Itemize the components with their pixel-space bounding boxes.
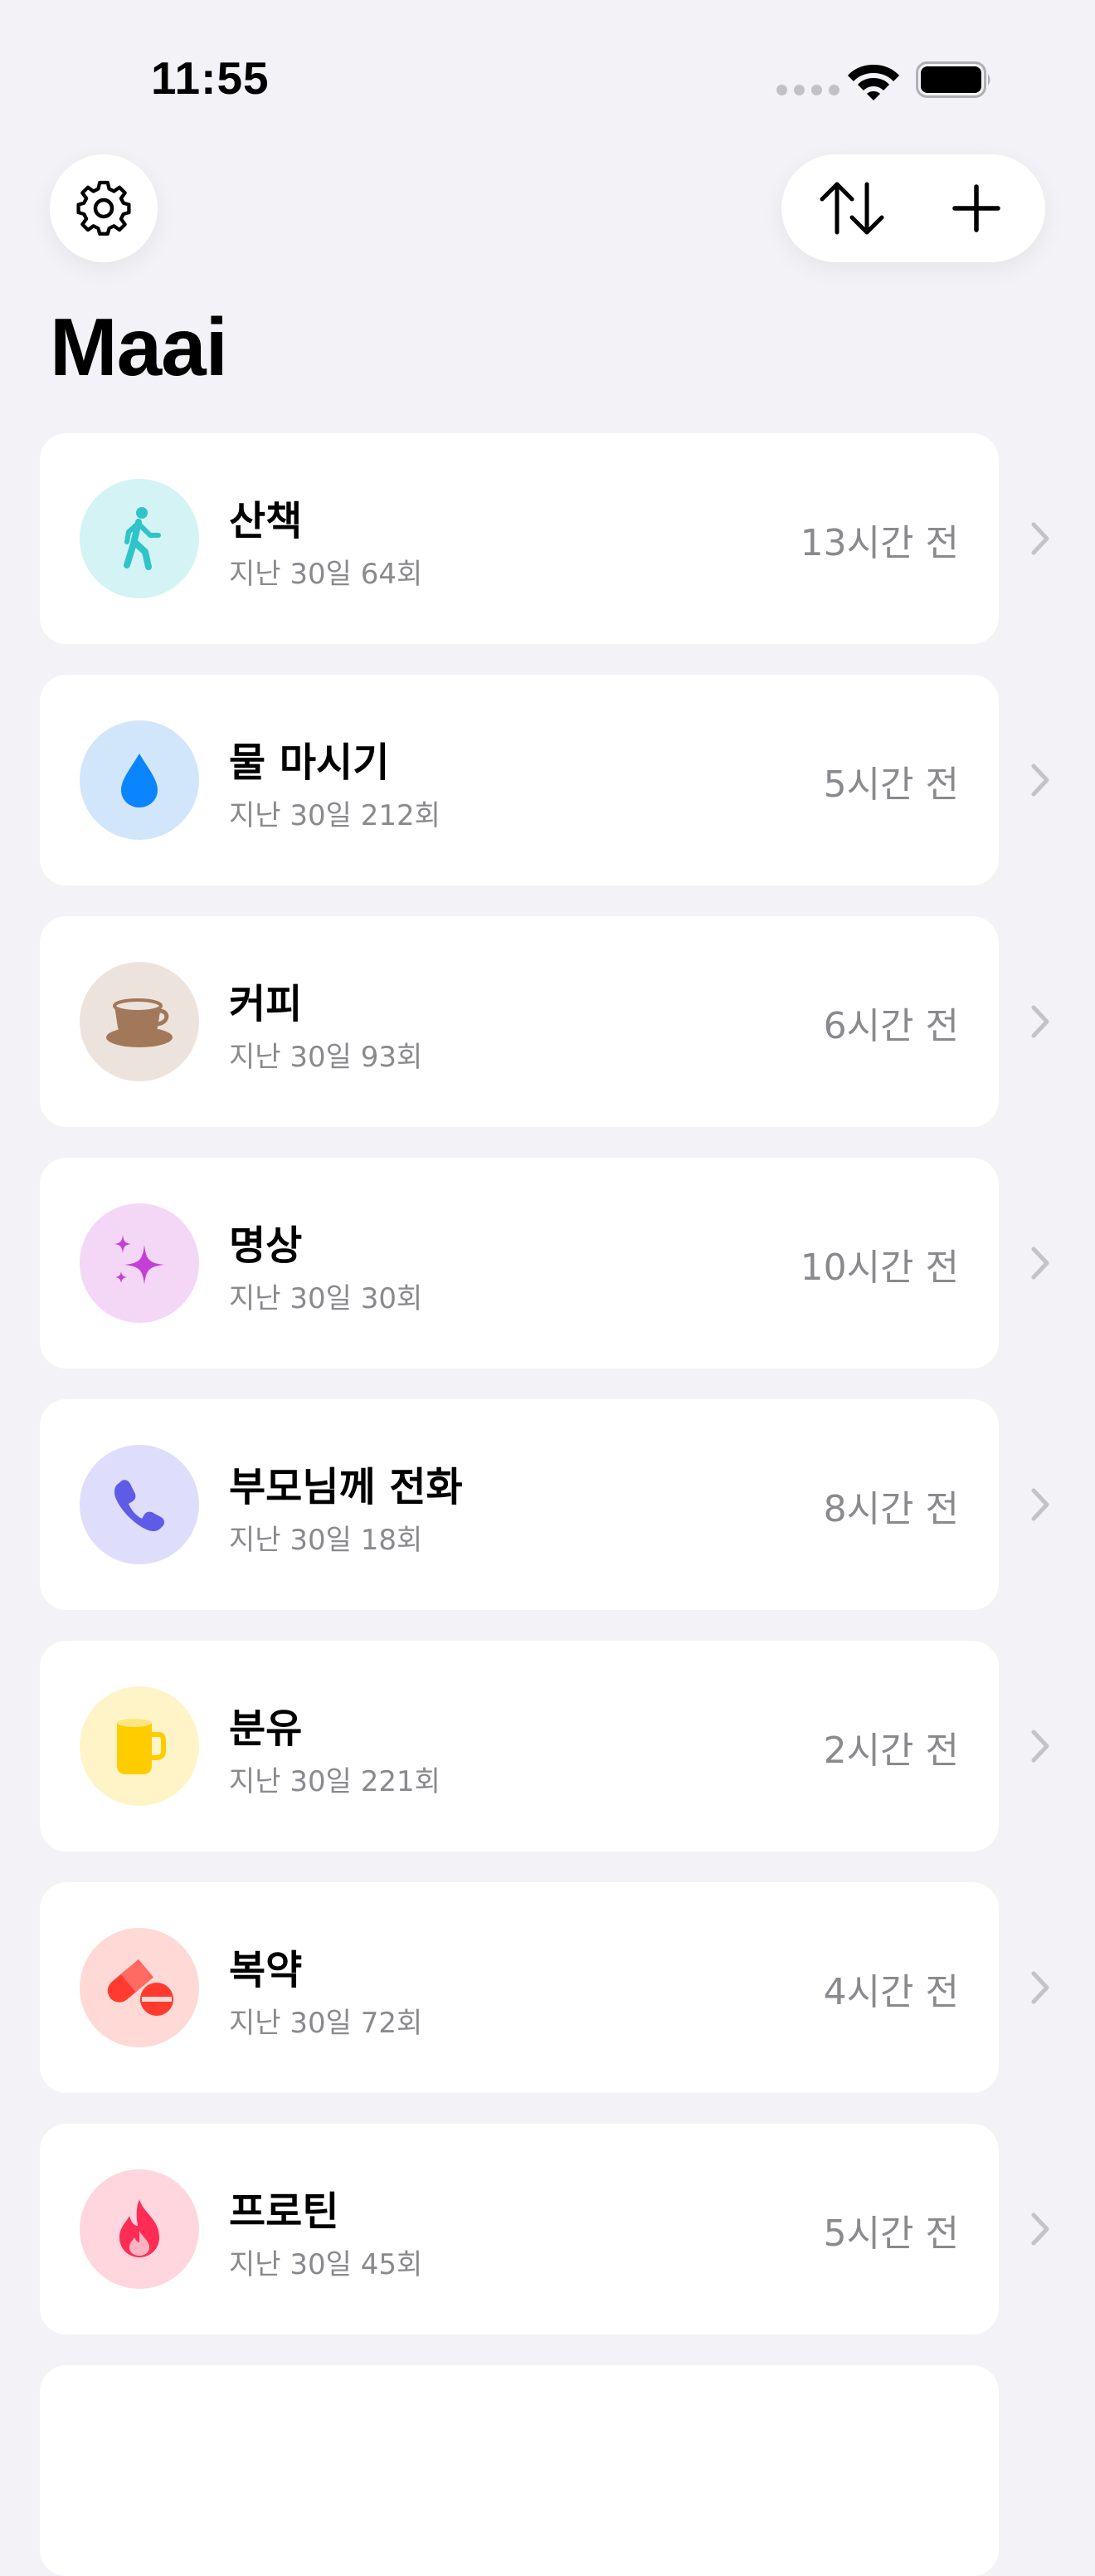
item-last-time: 13시간 전 (800, 522, 959, 564)
chevron-right-icon (1031, 1971, 1049, 2004)
item-icon-circle (80, 1686, 199, 1806)
coffee-cup-icon (106, 998, 173, 1047)
cellular-signal-icon (776, 85, 840, 95)
list-item[interactable]: 산책 지난 30일 64회 13시간 전 (40, 433, 1049, 644)
item-subtitle: 지난 30일 72회 (229, 2007, 423, 2040)
chevron-right-icon (1031, 2213, 1049, 2246)
status-bar: 11:55 (0, 0, 1095, 158)
list-item[interactable]: 명상 지난 30일 30회 10시간 전 (40, 1158, 1049, 1368)
item-name: 복약 (229, 1947, 303, 1993)
item-last-time: 10시간 전 (800, 1247, 959, 1289)
item-name: 커피 (229, 981, 303, 1027)
chevron-right-icon (1031, 764, 1049, 797)
list-item[interactable]: 커피 지난 30일 93회 6시간 전 (40, 916, 1049, 1127)
item-last-time: 6시간 전 (823, 1005, 959, 1047)
item-last-time: 5시간 전 (823, 764, 959, 806)
item-name: 물 마시기 (229, 739, 390, 786)
item-icon-circle (80, 1203, 199, 1323)
pills-icon (107, 1959, 173, 2016)
sparkles-icon (114, 1235, 164, 1285)
item-icon-circle (80, 962, 199, 1081)
arrow-up-down-icon (820, 182, 884, 235)
list-item[interactable]: 분유 지난 30일 221회 2시간 전 (40, 1641, 1049, 1852)
item-subtitle: 지난 30일 221회 (229, 1765, 440, 1798)
item-subtitle: 지난 30일 64회 (229, 558, 423, 591)
item-icon-circle (80, 1445, 199, 1564)
chevron-right-icon (1031, 522, 1049, 555)
page-title: Maai (50, 301, 228, 393)
item-subtitle: 지난 30일 93회 (229, 1041, 423, 1074)
list-item[interactable]: 부모님께 전화 지난 30일 18회 8시간 전 (40, 1399, 1049, 1610)
item-last-time: 8시간 전 (823, 1488, 959, 1530)
item-subtitle: 지난 30일 18회 (229, 1524, 423, 1557)
item-name: 명상 (229, 1222, 303, 1269)
item-last-time: 5시간 전 (823, 2213, 959, 2255)
walking-figure-icon (124, 507, 161, 570)
list-item[interactable]: 복약 지난 30일 72회 4시간 전 (40, 1882, 1049, 2093)
list-item[interactable]: 프로틴 지난 30일 45회 5시간 전 (40, 2124, 1049, 2334)
status-time: 11:55 (151, 52, 270, 104)
item-icon-circle (80, 1928, 199, 2047)
list-item[interactable]: 물 마시기 지난 30일 212회 5시간 전 (40, 675, 1049, 886)
item-subtitle: 지난 30일 212회 (229, 799, 440, 832)
list-item-partial[interactable] (40, 2365, 999, 2576)
battery-icon (916, 61, 990, 98)
wifi-icon (848, 65, 899, 100)
toolbar-pill (781, 154, 1045, 262)
item-name: 산책 (229, 498, 303, 544)
water-drop-icon (121, 754, 158, 807)
chevron-right-icon (1031, 1730, 1049, 1763)
phone-icon (114, 1480, 164, 1532)
item-last-time: 4시간 전 (823, 1971, 959, 2013)
add-button[interactable] (922, 154, 1030, 262)
settings-button[interactable] (50, 154, 158, 262)
item-icon-circle (80, 479, 199, 598)
item-last-time: 2시간 전 (823, 1730, 959, 1772)
item-name: 분유 (229, 1705, 303, 1752)
item-name: 부모님께 전화 (229, 1464, 463, 1510)
plus-icon (952, 184, 1000, 232)
chevron-right-icon (1031, 1005, 1049, 1038)
flame-icon (119, 2199, 159, 2257)
chevron-right-icon (1031, 1247, 1049, 1280)
item-name: 프로틴 (229, 2188, 339, 2235)
sort-button[interactable] (798, 154, 906, 262)
item-subtitle: 지난 30일 30회 (229, 1282, 423, 1315)
item-icon-circle (80, 720, 199, 840)
mug-icon (117, 1719, 166, 1774)
chevron-right-icon (1031, 1488, 1049, 1521)
gear-icon (76, 180, 131, 236)
item-icon-circle (80, 2169, 199, 2289)
item-subtitle: 지난 30일 45회 (229, 2248, 423, 2281)
